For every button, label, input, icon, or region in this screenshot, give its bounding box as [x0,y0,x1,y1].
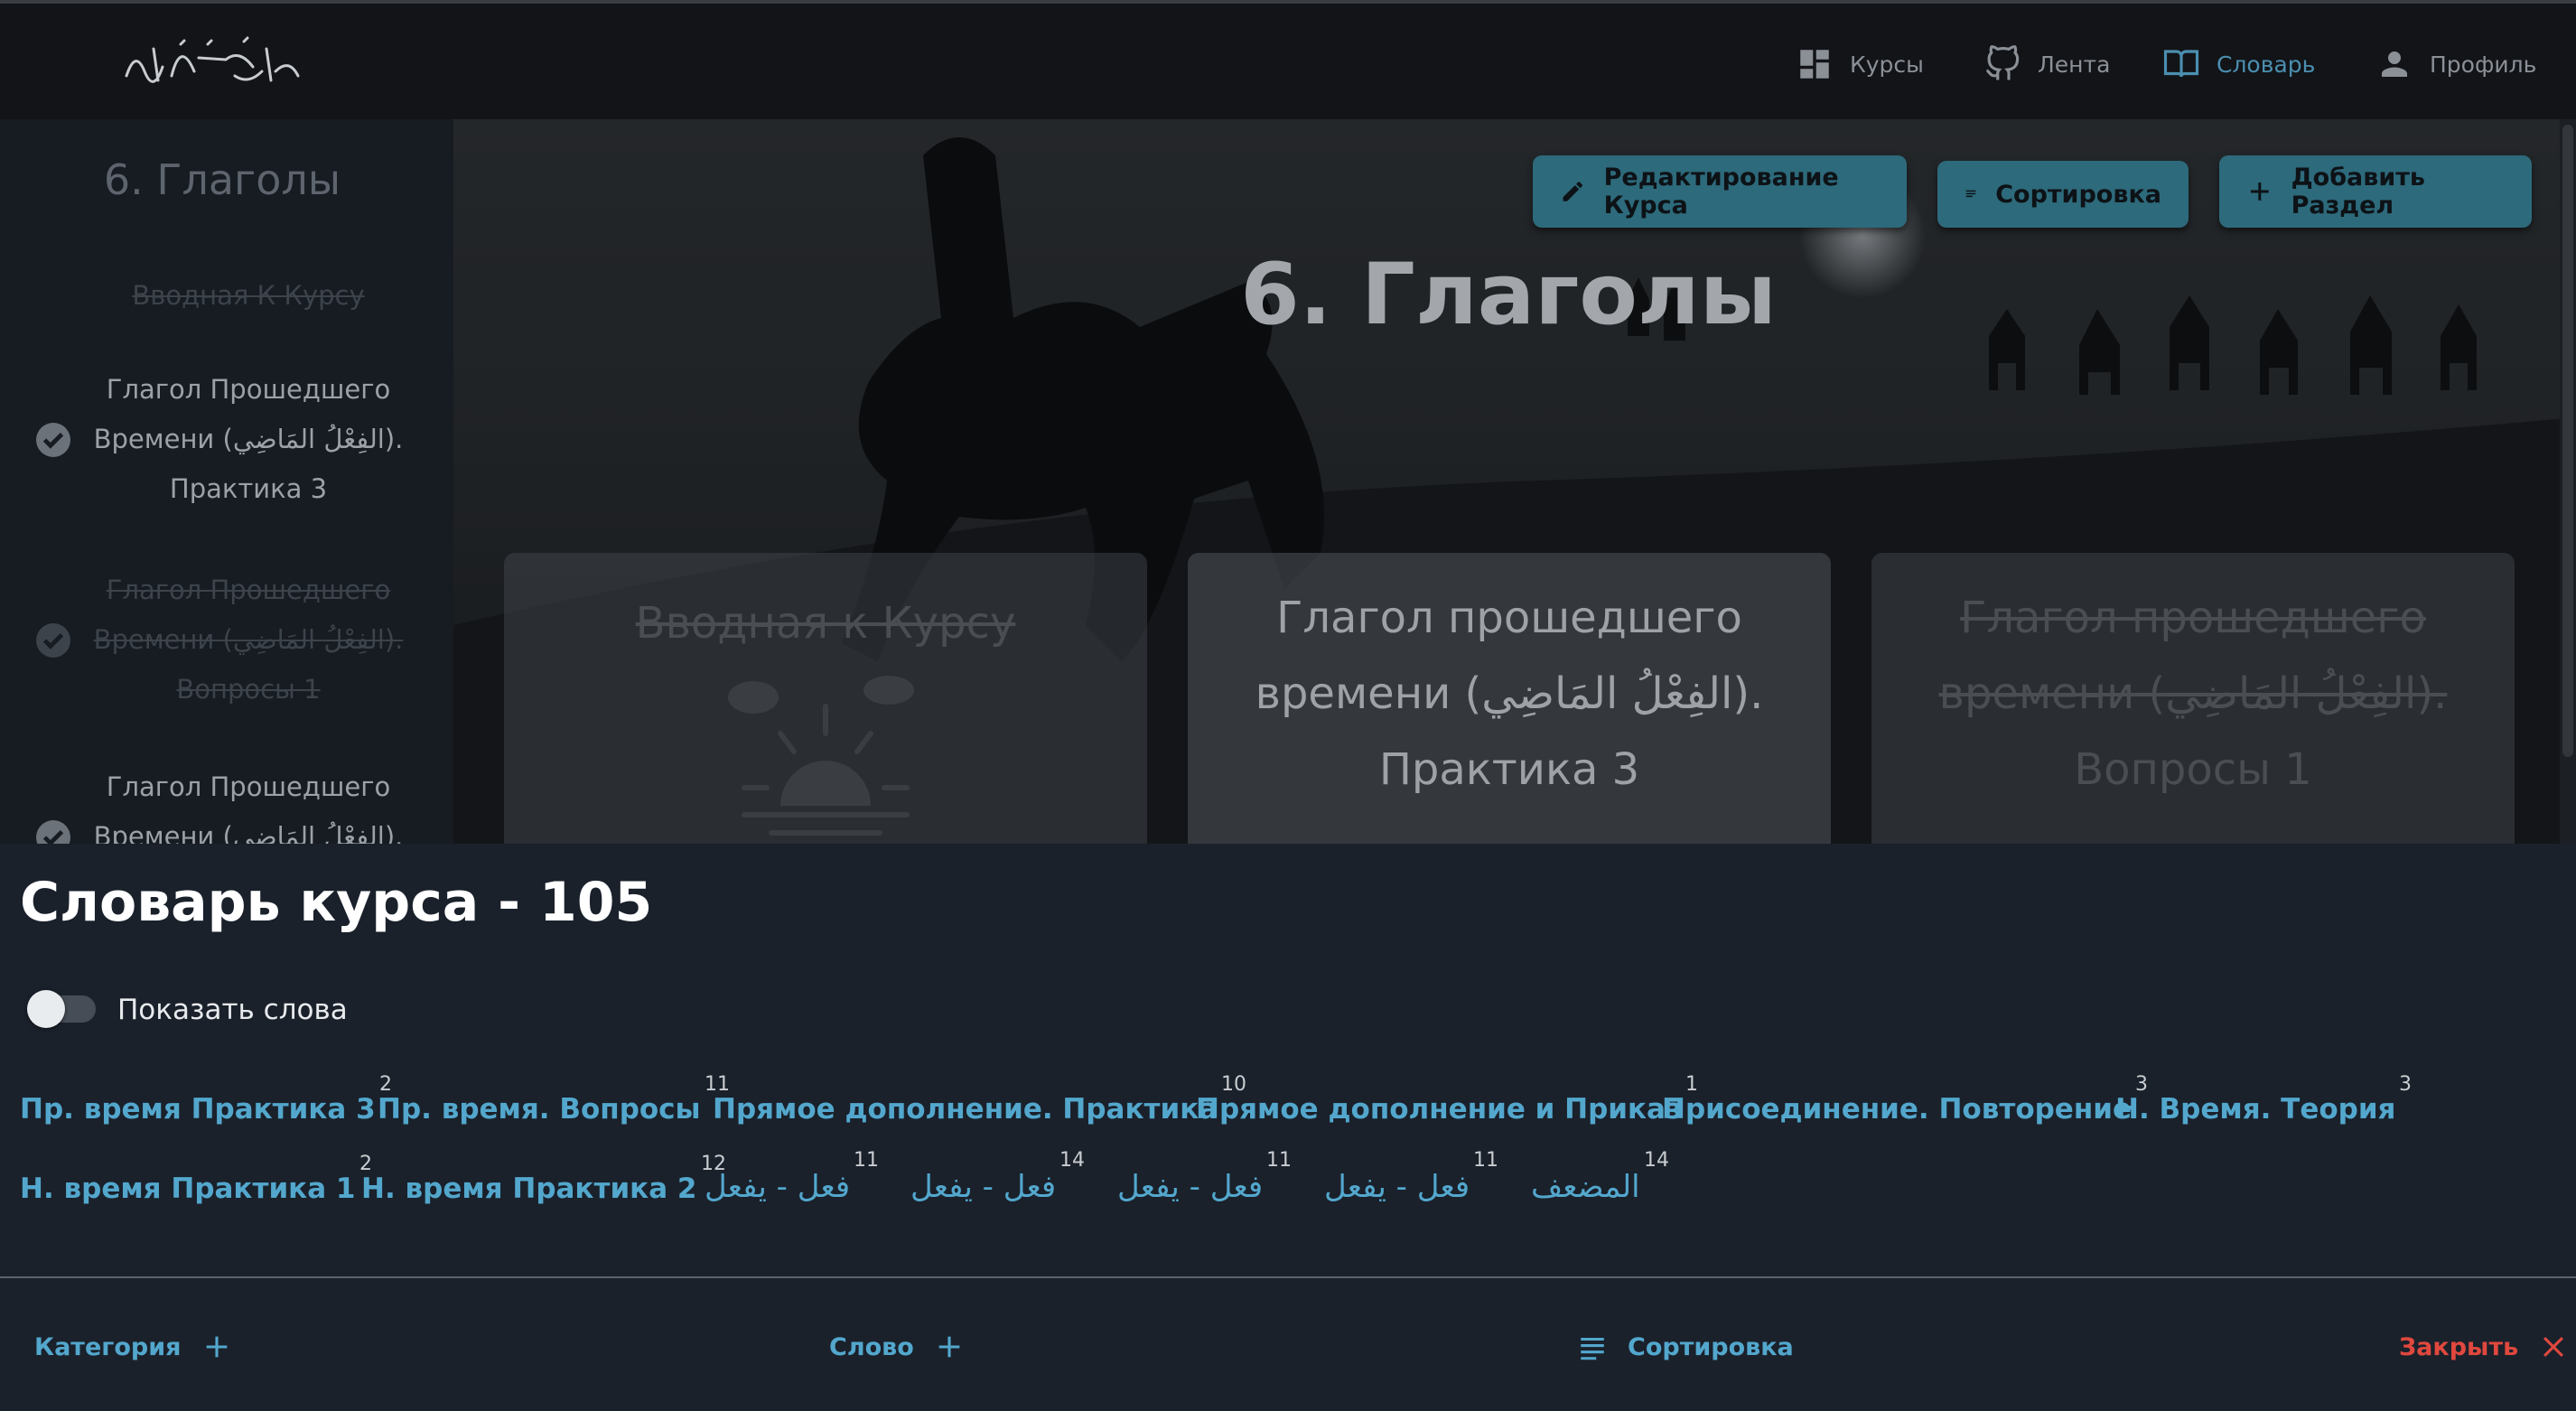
sidebar-item-intro[interactable]: Вводная К Курсу [90,271,406,321]
nav-dictionary-label: Словарь [2217,51,2316,78]
pencil-icon [1563,182,1583,201]
tag-count: 11 [1266,1149,1292,1172]
category-tag[interactable]: فعل - يفعل 11 [1117,1149,1292,1205]
check-circle-icon [36,423,70,457]
close-icon [2543,1336,2564,1358]
section-card-intro[interactable]: Вводная к Курсу [504,553,1147,844]
category-tag[interactable]: Н. время Практика 2 12 [361,1153,726,1205]
check-circle-icon [36,623,70,658]
nav-profile[interactable]: Профиль [2375,42,2536,87]
tag-count: 14 [1059,1149,1085,1172]
dashboard-icon [1800,50,1829,79]
check-circle-icon [36,820,70,844]
tag-count: 14 [1644,1149,1669,1172]
sidebar-item-past-tense-next[interactable]: Глагол Прошедшего Времени (الفِعْلُ المَ… [90,762,406,844]
plus-icon [938,1336,960,1358]
scrollbar[interactable] [2560,119,2576,844]
plus-icon [206,1336,227,1358]
nav-dictionary[interactable]: Словарь [2162,42,2315,87]
add-section-button[interactable]: Добавить Раздел [2219,155,2532,228]
sidebar-item-past-tense-practice[interactable]: Глагол Прошедшего Времени (الفِعْلُ المَ… [90,365,406,514]
category-tag[interactable]: فعل - يفعل 14 [910,1149,1085,1205]
tag-count: 11 [854,1149,879,1172]
section-card-past-tense-questions[interactable]: Глагол прошедшего времени (الفِعْلُ المَ… [1871,553,2515,844]
app-page: Курсы Лента Словарь Профиль 6. Глаголы В… [0,0,2576,1411]
nav-feed-label: Лента [2038,51,2111,78]
add-category-button[interactable]: Категория [34,1332,232,1362]
tag-count: 11 [1473,1149,1498,1172]
nav-profile-label: Профиль [2430,51,2537,78]
book-icon [2163,50,2199,78]
show-words-toggle[interactable] [27,990,96,1028]
category-tag[interactable]: Пр. время Практика 32 [20,1073,392,1126]
close-dictionary-button[interactable]: Закрыть [2399,1332,2569,1362]
top-navbar: Курсы Лента Словарь Профиль [0,0,2576,119]
dictionary-title: Словарь курса - 105 [20,871,653,934]
category-tag[interactable]: Прямое дополнение. Практика 10 [713,1073,1246,1126]
nav-feed[interactable]: Лента [1983,42,2110,87]
course-hero: 6. Глаголы Вводная К Курсу Глагол Прошед… [0,119,2576,844]
show-words-label: Показать слова [117,994,348,1026]
category-tag[interactable]: Пр. время. Вопросы 11 [378,1073,730,1126]
person-icon [2382,51,2407,77]
nav-courses[interactable]: Курсы [1796,42,1924,87]
course-dictionary-panel: Словарь курса - 105 Показать слова Пр. в… [0,844,2576,1411]
category-tag[interactable]: Присоединение. Повторение 3 [1662,1073,2148,1126]
category-tag[interactable]: Н. Время. Теория 3 [2115,1073,2412,1126]
sort-sections-button[interactable]: Сортировка [1937,161,2189,228]
calligraphy-logo[interactable] [117,31,307,94]
toggle-knob [27,990,65,1028]
sort-lines-icon [1581,1337,1604,1360]
divider [0,1276,2576,1278]
section-card-past-tense-practice[interactable]: Глагол прошедшего времени (الفِعْلُ المَ… [1188,553,1831,844]
category-tag[interactable]: فعل - يفعل 11 [705,1149,879,1205]
sidebar-item-past-tense-questions[interactable]: Глагол Прошедшего Времени (الفِعْلُ المَ… [90,565,406,715]
sort-dictionary-button[interactable]: Сортировка [1577,1332,1794,1362]
scrollbar-thumb[interactable] [2562,125,2573,757]
add-word-button[interactable]: Слово [829,1332,965,1362]
course-title: 6. Глаголы [1240,246,1777,344]
github-icon [1985,45,2020,80]
category-tag[interactable]: Н. время Практика 12 [20,1153,372,1205]
category-tag[interactable]: المضعف 14 [1531,1149,1669,1205]
category-tag[interactable]: فعل - يفعل 11 [1324,1149,1498,1205]
sunrise-icon [728,676,914,836]
sort-lines-icon [1965,190,1976,198]
category-tag[interactable]: Прямое дополнение и Приказ 1 [1196,1073,1698,1126]
nav-courses-label: Курсы [1850,51,1924,78]
plus-icon [2250,182,2269,201]
course-sidebar: 6. Глаголы Вводная К Курсу Глагол Прошед… [0,119,453,844]
edit-course-button[interactable]: Редактирование Курса [1533,155,1907,228]
sidebar-title: 6. Глаголы [103,155,341,204]
tag-count: 3 [2399,1073,2412,1096]
course-banner: 6. Глаголы Редактирование Курса Сортиров… [453,119,2576,844]
